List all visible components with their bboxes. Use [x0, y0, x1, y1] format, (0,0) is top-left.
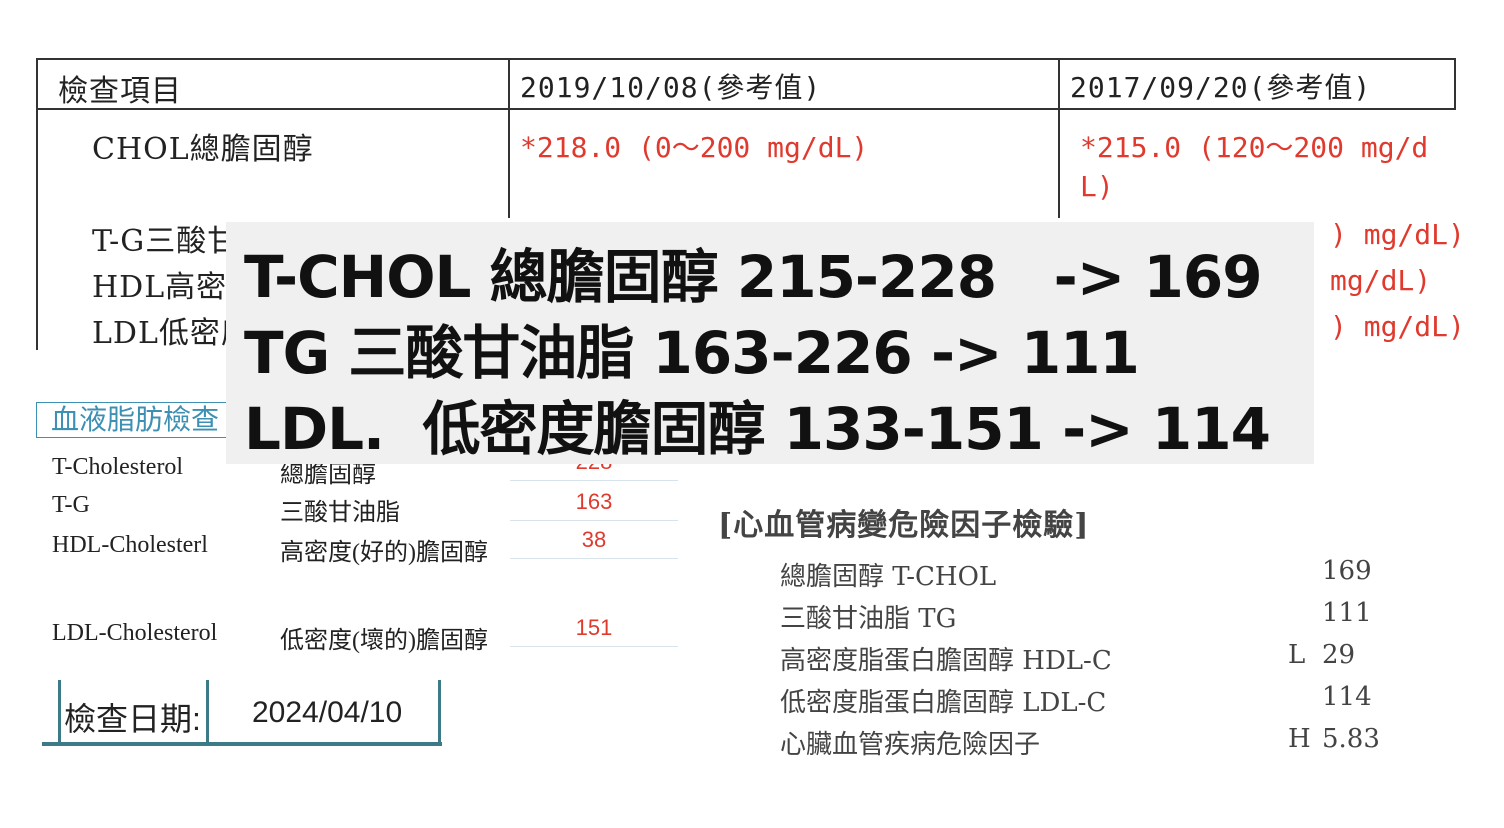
exam-date-label: 檢查日期:	[64, 701, 201, 737]
table-top-border	[36, 58, 1456, 60]
lipid-row-value: 163	[510, 484, 678, 521]
value-ldl-2017-tail: ) mg/dL)	[1330, 310, 1465, 343]
cardio-row-value: 169	[1322, 556, 1372, 586]
datebox-right-border	[438, 680, 441, 746]
cardio-row-flag: L	[1288, 640, 1306, 670]
table-header-border	[36, 108, 1456, 110]
cardio-row-value: 5.83	[1322, 724, 1380, 754]
table-right-border	[1454, 58, 1456, 108]
lipid-panel-title: 血液脂肪檢查	[36, 402, 235, 438]
header-item: 檢查項目	[58, 74, 182, 109]
cardio-panel-title: [心血管病變危險因子檢驗]	[718, 508, 1090, 543]
value-tg-2017-tail: ) mg/dL)	[1330, 218, 1465, 251]
summary-line-ldl: LDL. 低密度膽固醇 133-151 -> 114	[244, 395, 1271, 463]
lipid-row-name: HDL-Cholesterl	[52, 532, 208, 558]
cardio-row-label: 三酸甘油脂 TG	[780, 604, 957, 634]
header-date-2017: 2017/09/20(參考值)	[1070, 71, 1372, 104]
datebox-divider	[206, 680, 209, 746]
table-col-divider-2	[1058, 58, 1060, 218]
lipid-row-name: LDL-Cholesterol	[52, 620, 218, 646]
cardio-row-value: 114	[1322, 682, 1372, 712]
cardio-row-label: 心臟血管疾病危險因子	[780, 730, 1041, 760]
lipid-row-cn: 三酸甘油脂	[280, 500, 400, 526]
summary-line-tchol: T-CHOL 總膽固醇 215-228 -> 169	[244, 243, 1263, 311]
cardio-row-label: 高密度脂蛋白膽固醇 HDL-C	[780, 646, 1112, 676]
table-left-border	[36, 58, 38, 350]
lipid-row-cn: 高密度(好的)膽固醇	[280, 540, 488, 566]
summary-line-tg: TG 三酸甘油脂 163-226 -> 111	[244, 319, 1140, 387]
datebox-bottom-border	[42, 742, 442, 746]
value-chol-2017-line2: L)	[1080, 170, 1114, 203]
cardio-row-label: 總膽固醇 T-CHOL	[780, 562, 997, 592]
value-chol-2017-line1: *215.0 (120～200 mg/d	[1080, 131, 1429, 164]
lipid-row-cn: 低密度(壞的)膽固醇	[280, 628, 488, 654]
lipid-row-name: T-Cholesterol	[52, 454, 184, 480]
table-col-divider-1	[508, 58, 510, 218]
lipid-row-value: 38	[510, 522, 678, 559]
cardio-row-flag: H	[1288, 724, 1311, 754]
cardio-row-value: 111	[1322, 598, 1372, 628]
datebox-left-border	[58, 680, 61, 746]
row-label-tg: T-G三酸甘	[92, 224, 239, 259]
row-label-chol: CHOL總膽固醇	[92, 132, 314, 167]
cardio-row-label: 低密度脂蛋白膽固醇 LDL-C	[780, 688, 1107, 718]
value-chol-2019: *218.0 (0～200 mg/dL)	[520, 131, 869, 164]
exam-date-value: 2024/04/10	[252, 696, 403, 729]
exam-date-box: 檢查日期: 2024/04/10	[42, 680, 442, 746]
summary-overlay: T-CHOL 總膽固醇 215-228 -> 169 TG 三酸甘油脂 163-…	[226, 222, 1314, 464]
cardio-row-value: 29	[1322, 640, 1356, 670]
header-date-2019: 2019/10/08(參考值)	[520, 71, 822, 104]
value-hdl-2017-tail: mg/dL)	[1330, 264, 1432, 297]
lipid-row-value: 151	[510, 610, 678, 647]
lipid-row-name: T-G	[52, 492, 90, 518]
